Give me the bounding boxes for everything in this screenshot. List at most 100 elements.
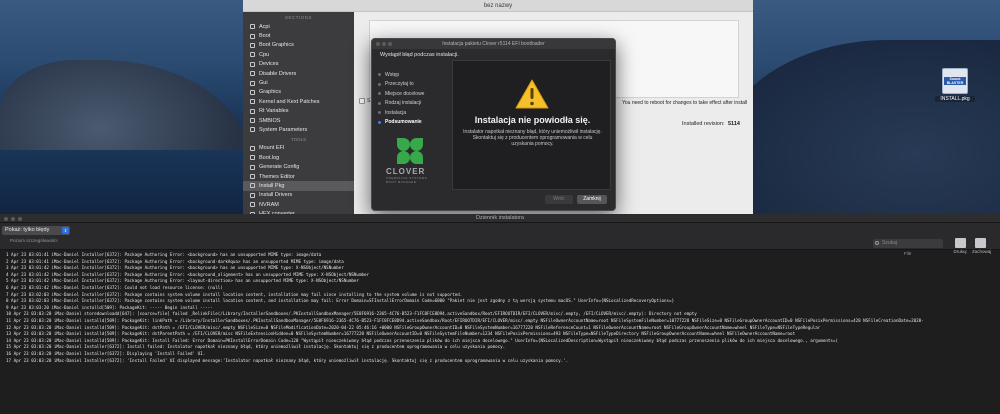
- log-line: 13 Apr 23 03:03:20 iMac-Daniel installd[…: [6, 331, 796, 337]
- sidebar-item-gui[interactable]: Gui: [243, 78, 354, 87]
- list-icon: [250, 127, 255, 133]
- list-icon: [250, 89, 255, 95]
- filter-select[interactable]: Pokaż: tylko błędy ⇕: [2, 226, 70, 235]
- close-button[interactable]: Zamknij: [577, 195, 607, 204]
- checkbox-label: S: [367, 98, 371, 104]
- installed-revision-value: 5114: [728, 121, 740, 127]
- installer-step-instalacja: Instalacja: [378, 108, 458, 118]
- sidebar-tool-mount-efi[interactable]: Mount EFI: [243, 144, 354, 153]
- sidebar-item-disable-drivers[interactable]: Disable Drivers: [243, 69, 354, 78]
- sidebar-item-label: Boot Graphics: [259, 42, 294, 49]
- log-line: 11 Apr 23 03:03:20 iMac-Daniel installd[…: [6, 317, 924, 323]
- installer-step-label: Miejsce docelowe: [385, 90, 425, 97]
- step-dot-icon: [378, 82, 381, 86]
- tool-icon: [250, 164, 255, 170]
- sidebar-item-boot[interactable]: Boot: [243, 31, 354, 40]
- installer-title: Instalacja pakietu Clover r5114 EFI boot…: [442, 41, 545, 47]
- installer-step-label: Rodzaj instalacji: [385, 100, 422, 107]
- sidebar-item-label: Devices: [259, 61, 279, 68]
- sidebar-tool-boot-log[interactable]: Boot.log: [243, 153, 354, 162]
- log-line: 8 Apr 23 03:02:03 iMac-Daniel Installer[…: [6, 298, 675, 304]
- save-icon: [974, 238, 986, 248]
- installer-buttons: Wróć Zamknij: [545, 195, 607, 204]
- minimize-dot[interactable]: [11, 216, 15, 221]
- window-title: bez nazwy: [243, 0, 753, 12]
- log-line: 4 Apr 23 03:01:42 iMac-Daniel Installer[…: [6, 271, 370, 277]
- sidebar-item-graphics[interactable]: Graphics: [243, 88, 354, 97]
- step-dot-icon: [378, 73, 381, 77]
- log-title: Dziennik instalatora: [476, 215, 524, 221]
- failure-message: Instalator napotkał nieznany błąd, który…: [463, 129, 602, 148]
- log-line: 7 Apr 23 03:02:03 iMac-Daniel Installer[…: [6, 291, 463, 297]
- sidebar-tool-label: Generate Config: [259, 164, 300, 171]
- log-content[interactable]: 1 Apr 23 03:01:41 iMac-Daniel Installer[…: [0, 251, 1000, 414]
- printer-icon: [954, 238, 966, 248]
- sidebar: SECTIONS Acpi Boot Boot Graphics Cpu Devices…: [243, 12, 354, 222]
- close-dot[interactable]: [376, 42, 380, 46]
- search-icon: [875, 241, 879, 245]
- failure-heading: Instalacja nie powiodła się.: [474, 115, 591, 125]
- sidebar-item-label: Boot: [259, 33, 271, 40]
- zoom-dot[interactable]: [18, 216, 22, 221]
- installer-step-podsumowanie: Podsumowanie: [378, 118, 458, 128]
- list-icon: [250, 33, 255, 39]
- close-dot[interactable]: [4, 216, 8, 221]
- install-pkg-desktop-icon[interactable]: Sound BLASTER INSTALL.pkg: [935, 68, 975, 102]
- list-icon: [250, 24, 255, 30]
- installer-steps: Wstęp Przeczytaj to Miejsce docelowe Rodzaj…: [378, 70, 458, 127]
- list-icon: [250, 118, 255, 124]
- tool-icon: [250, 183, 255, 189]
- sidebar-item-cpu[interactable]: Cpu: [243, 50, 354, 59]
- sidebar-item-smbios[interactable]: SMBIOS: [243, 116, 354, 125]
- window-controls: [4, 216, 22, 221]
- sidebar-item-boot-graphics[interactable]: Boot Graphics: [243, 41, 354, 50]
- sidebar-tool-label: Mount EFI: [259, 145, 285, 152]
- sidebar-tool-themes-editor[interactable]: Themes Editor: [243, 172, 354, 181]
- sidebar-tool-install-pkg[interactable]: Install Pkg: [243, 181, 354, 191]
- sidebar-tool-label: Boot.log: [259, 154, 280, 161]
- installer-step-miejsce-docelowe: Miejsce docelowe: [378, 89, 458, 99]
- step-dot-icon: [378, 92, 381, 96]
- step-dot-icon: [378, 120, 381, 124]
- sidebar-tool-nvram[interactable]: NVRAM: [243, 200, 354, 209]
- back-button[interactable]: Wróć: [545, 195, 573, 204]
- clover-leaf-icon: [396, 137, 424, 165]
- zoom-dot[interactable]: [388, 42, 392, 46]
- sidebar-item-rt-variables[interactable]: Rt Variables: [243, 107, 354, 116]
- sidebar-item-acpi[interactable]: Acpi: [243, 22, 354, 31]
- log-line: 17 Apr 23 03:03:20 iMac-Daniel Installer…: [6, 357, 569, 363]
- minimize-dot[interactable]: [382, 42, 386, 46]
- sidebar-item-devices[interactable]: Devices: [243, 60, 354, 69]
- sidebar-item-kernel-and-kext-patches[interactable]: Kernel and Kext Patches: [243, 97, 354, 106]
- option-checkbox[interactable]: [359, 98, 365, 104]
- reboot-note: You need to reboot for changes to take e…: [622, 100, 748, 106]
- tool-icon: [250, 145, 255, 151]
- filter-select-value: Pokaż: tylko błędy: [5, 227, 50, 233]
- installer-step-rodzaj-instalacji: Rodzaj instalacji: [378, 99, 458, 109]
- clover-logo-text: CLOVER: [386, 167, 426, 176]
- sidebar-item-label: Rt Variables: [259, 108, 289, 115]
- sidebar-item-label: System Parameters: [259, 126, 308, 133]
- log-line: 9 Apr 23 03:03:20 iMac-Daniel installd[5…: [6, 304, 213, 310]
- sidebar-tool-generate-config[interactable]: Generate Config: [243, 162, 354, 171]
- sidebar-item-system-parameters[interactable]: System Parameters: [243, 125, 354, 134]
- sidebar-tool-install-drivers[interactable]: Install Drivers: [243, 191, 354, 200]
- log-toolbar: Pokaż: tylko błędy ⇕ Poziom szczegółowoś…: [0, 223, 1000, 256]
- package-label-mid: BLASTER: [946, 81, 964, 85]
- list-icon: [250, 61, 255, 67]
- installer-step-label: Instalacja: [385, 109, 407, 116]
- package-icon: Sound BLASTER: [942, 68, 968, 94]
- sidebar-tool-label: Install Pkg: [259, 182, 285, 189]
- warning-icon: [515, 79, 549, 109]
- detail-level-label: Poziom szczegółowości: [10, 238, 58, 243]
- installer-step-label: Podsumowanie: [385, 119, 422, 126]
- installer-step-label: Wstęp: [385, 71, 400, 78]
- search-input[interactable]: Szukaj: [873, 239, 943, 248]
- sidebar-item-label: Acpi: [259, 23, 270, 30]
- window-controls: [376, 42, 392, 46]
- log-line: 15 Apr 23 03:03:20 iMac-Daniel Installer…: [6, 344, 506, 350]
- sidebar-item-label: Disable Drivers: [259, 70, 297, 77]
- sidebar-item-label: Graphics: [259, 89, 282, 96]
- sections-header: SECTIONS: [284, 15, 312, 20]
- log-titlebar: Dziennik instalatora: [0, 214, 1000, 223]
